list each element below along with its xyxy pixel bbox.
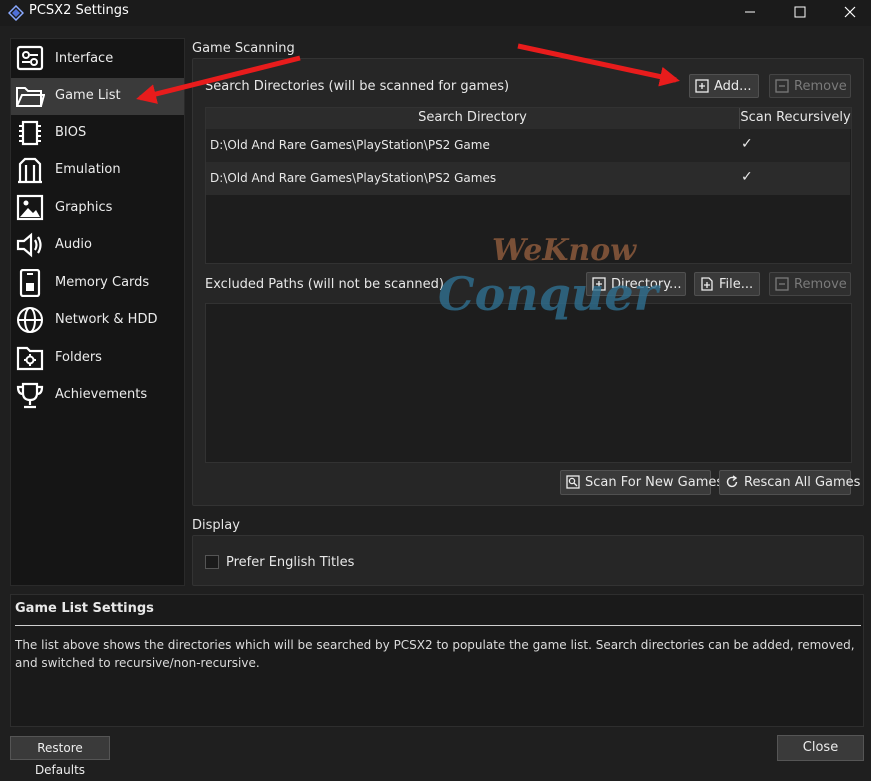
- globe-icon: [17, 307, 43, 333]
- table-row[interactable]: D:\Old And Rare Games\PlayStation\PS2 Ga…: [206, 162, 850, 195]
- info-divider: [15, 625, 861, 626]
- maximize-button[interactable]: [777, 0, 823, 24]
- window-title: PCSX2 Settings: [29, 3, 129, 18]
- recursive-checkmark[interactable]: ✓: [741, 136, 753, 152]
- refresh-icon: [726, 475, 738, 488]
- sidebar-item-folders[interactable]: Folders: [11, 340, 184, 377]
- excluded-paths-label: Excluded Paths (will not be scanned): [205, 277, 444, 292]
- game-scanning-title: Game Scanning: [192, 41, 295, 56]
- sidebar-item-label: BIOS: [55, 125, 87, 140]
- remove-directory-button[interactable]: Remove: [769, 74, 851, 98]
- scan-new-games-button[interactable]: Scan For New Games: [560, 470, 723, 495]
- memory-card-icon: [19, 269, 41, 297]
- sidebar-item-label: Game List: [55, 88, 121, 103]
- exclude-file-button[interactable]: File...: [694, 272, 760, 296]
- sidebar-item-label: Audio: [55, 237, 92, 252]
- sidebar-item-label: Graphics: [55, 200, 113, 215]
- search-directories-label: Search Directories (will be scanned for …: [205, 79, 510, 94]
- recursive-checkmark[interactable]: ✓: [741, 169, 753, 185]
- watermark-logo: WeKnow Conquer: [438, 233, 662, 321]
- rescan-all-games-button[interactable]: Rescan All Games: [719, 470, 860, 495]
- search-icon: [566, 475, 580, 489]
- folder-gear-icon: [16, 346, 44, 371]
- emulation-icon: [18, 157, 42, 184]
- remove-excluded-button[interactable]: Remove: [769, 272, 851, 296]
- remove-icon: [775, 79, 789, 93]
- sidebar-item-label: Interface: [55, 51, 114, 66]
- info-text: The list above shows the directories whi…: [15, 638, 855, 670]
- sidebar-item-bios[interactable]: BIOS: [11, 115, 184, 152]
- svg-text:WeKnow: WeKnow: [492, 233, 637, 268]
- sidebar-item-label: Emulation: [55, 162, 121, 177]
- display-title: Display: [192, 518, 240, 533]
- image-icon: [16, 194, 44, 221]
- speaker-icon: [16, 232, 42, 258]
- sidebar-item-label: Memory Cards: [55, 275, 150, 290]
- folder-icon: [16, 87, 45, 107]
- svg-text:Conquer: Conquer: [438, 267, 662, 321]
- sidebar-item-interface[interactable]: Interface: [11, 41, 184, 78]
- close-button[interactable]: Close: [777, 735, 864, 761]
- sidebar-item-label: Network & HDD: [55, 312, 158, 327]
- column-header-scan-recursively[interactable]: Scan Recursively: [740, 108, 851, 129]
- directory-path: D:\Old And Rare Games\PlayStation\PS2 Ga…: [210, 171, 497, 185]
- title-bar: PCSX2 Settings: [0, 0, 871, 26]
- add-directory-button[interactable]: Add...: [689, 74, 759, 98]
- add-folder-icon: [695, 79, 709, 93]
- sidebar-item-game-list[interactable]: Game List: [11, 78, 184, 115]
- column-header-search-directory[interactable]: Search Directory: [206, 108, 740, 129]
- display-group: Prefer English Titles: [192, 535, 864, 586]
- sidebar-item-label: Achievements: [55, 387, 148, 402]
- info-panel: Game List Settings The list above shows …: [10, 594, 864, 727]
- remove-icon: [775, 277, 789, 291]
- trophy-icon: [16, 382, 44, 409]
- sidebar-item-label: Folders: [55, 350, 102, 365]
- sidebar-item-graphics[interactable]: Graphics: [11, 190, 184, 227]
- restore-defaults-button[interactable]: Restore Defaults: [10, 736, 110, 777]
- table-row[interactable]: D:\Old And Rare Games\PlayStation\PS2 Ga…: [206, 129, 850, 162]
- minimize-button[interactable]: [727, 0, 773, 24]
- prefer-english-label[interactable]: Prefer English Titles: [226, 555, 354, 570]
- add-file-icon: [701, 277, 713, 291]
- pcsx2-logo-icon: [8, 5, 24, 21]
- directory-path: D:\Old And Rare Games\PlayStation\PS2 Ga…: [210, 138, 490, 152]
- sidebar-item-audio[interactable]: Audio: [11, 227, 184, 264]
- prefer-english-checkbox[interactable]: [205, 555, 219, 569]
- info-title: Game List Settings: [15, 601, 154, 616]
- chip-icon: [19, 120, 41, 146]
- sidebar-item-memory-cards[interactable]: Memory Cards: [11, 265, 184, 302]
- sidebar: Interface Game List BIOS Emulation Graph…: [10, 38, 185, 586]
- interface-icon: [16, 45, 44, 71]
- sidebar-item-network-hdd[interactable]: Network & HDD: [11, 302, 184, 339]
- close-window-button[interactable]: [827, 0, 871, 24]
- sidebar-item-achievements[interactable]: Achievements: [11, 377, 184, 414]
- sidebar-item-emulation[interactable]: Emulation: [11, 152, 184, 189]
